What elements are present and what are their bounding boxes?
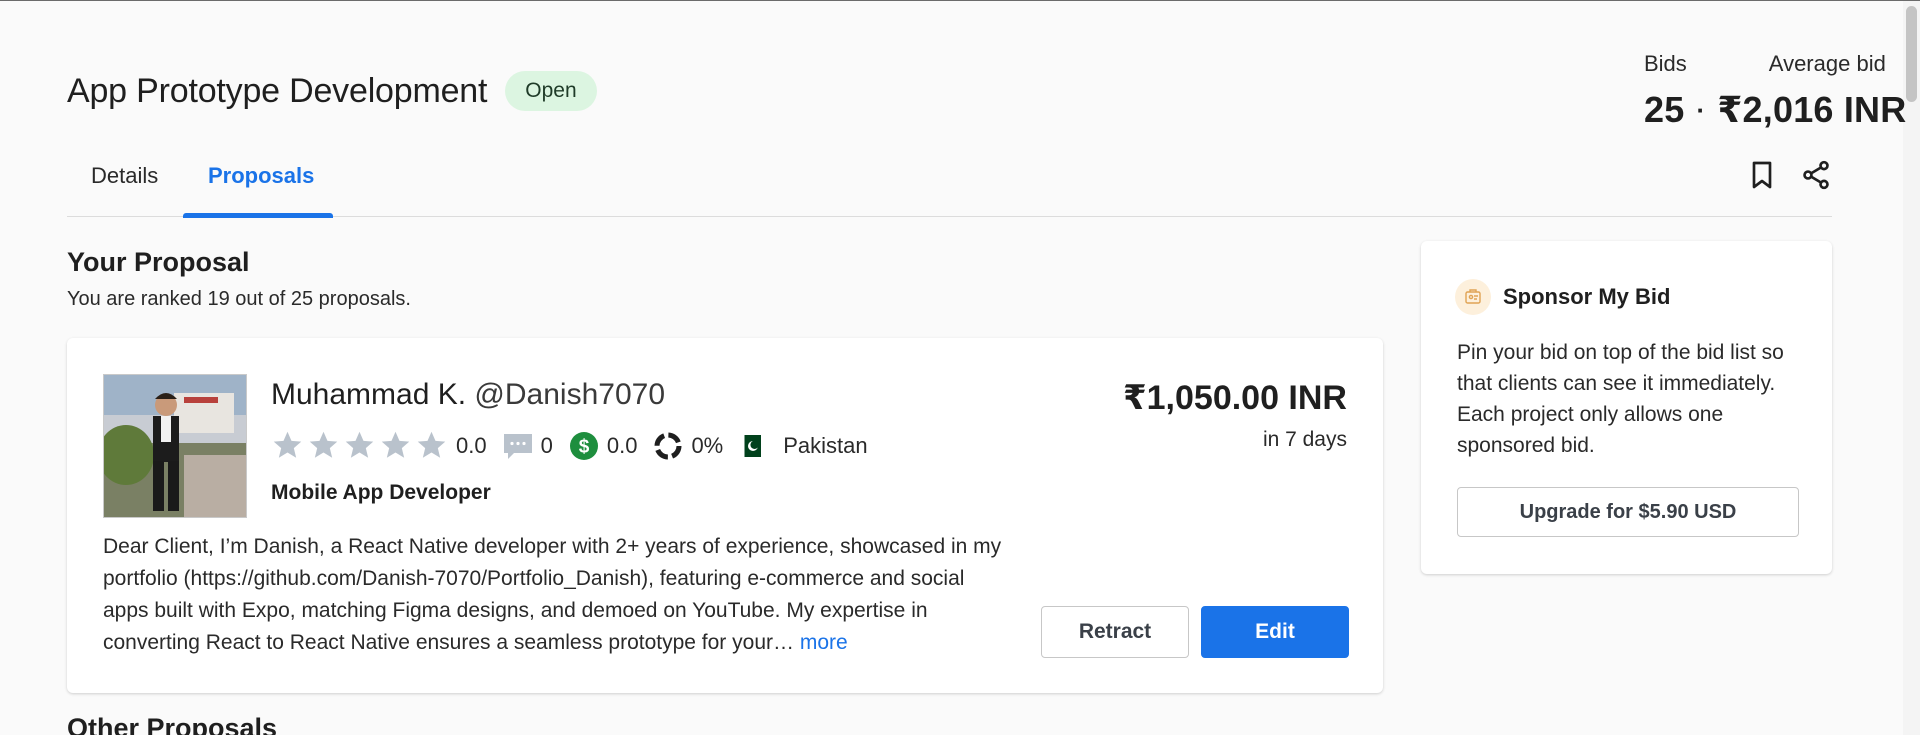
bids-count: 25 (1644, 89, 1685, 130)
bidder-handle[interactable]: @Danish7070 (474, 378, 665, 411)
stats-separator: · (1696, 94, 1706, 125)
star-rating (271, 429, 448, 462)
bidder-name[interactable]: Muhammad K. @Danish7070 (271, 378, 665, 412)
rating-value: 0.0 (456, 432, 487, 458)
your-proposal-title: Your Proposal (67, 247, 250, 277)
your-proposal-section: Your Proposal You are ranked 19 out of 2… (67, 247, 411, 311)
sponsor-description: Pin your bid on top of the bid list so t… (1457, 341, 1784, 457)
bookmark-icon[interactable] (1746, 159, 1778, 196)
pakistan-flag-icon (739, 434, 762, 457)
proposal-text: Dear Client, I’m Danish, a React Native … (103, 535, 1002, 654)
star-icon (417, 431, 446, 458)
star-icon (273, 431, 302, 458)
bid-amount: ₹1,050.00 INR (1122, 379, 1347, 417)
sponsor-card: Sponsor My Bid Pin your bid on top of th… (1421, 241, 1832, 574)
avatar[interactable] (103, 374, 247, 518)
star-icon (345, 431, 374, 458)
tab-details[interactable]: Details (91, 163, 158, 189)
earnings-score: 0.0 (606, 432, 638, 458)
reviews-count: 0 (540, 432, 553, 458)
completion-rate: 0% (691, 432, 724, 458)
star-icon (381, 431, 410, 458)
more-link[interactable]: more (800, 631, 848, 654)
upgrade-button[interactable]: Upgrade for $5.90 USD (1457, 487, 1799, 537)
tab-proposals[interactable]: Proposals (208, 163, 314, 189)
project-header: App Prototype Development Open (67, 71, 597, 111)
project-tabs: Details Proposals (67, 151, 1832, 218)
bidder-rating-row: 0.0 0 $ 0.0 0% Pakistan (271, 429, 868, 462)
status-badge: Open (505, 71, 597, 111)
retract-button[interactable]: Retract (1041, 606, 1189, 658)
rank-text: You are ranked 19 out of 25 proposals. (67, 288, 411, 310)
bids-label: Bids (1644, 51, 1687, 76)
active-tab-indicator (183, 213, 333, 218)
scrollbar-thumb[interactable] (1906, 6, 1917, 102)
page-title: App Prototype Development (67, 71, 488, 110)
sponsor-title: Sponsor My Bid (1503, 284, 1671, 309)
progress-ring-icon (653, 431, 683, 461)
dollar-circle-icon: $ (569, 431, 599, 461)
bid-stats: Bids Average bid 25 · ₹2,016 INR (1577, 51, 1907, 131)
tab-actions (1746, 159, 1832, 196)
delivery-time: in 7 days (1262, 428, 1347, 451)
country-name: Pakistan (783, 432, 868, 458)
chat-bubble-icon (503, 432, 533, 460)
svg-text:$: $ (579, 436, 590, 457)
proposal-card: Muhammad K. @Danish7070 0.0 0 $ 0.0 0% P… (67, 338, 1383, 693)
badge-icon (1455, 279, 1491, 315)
edit-button[interactable]: Edit (1201, 606, 1349, 658)
average-bid-value: ₹2,016 INR (1717, 89, 1907, 130)
star-icon (309, 431, 338, 458)
sponsor-header: Sponsor My Bid (1455, 279, 1670, 315)
bidder-role: Mobile App Developer (271, 481, 491, 504)
bidder-display-name[interactable]: Muhammad K. (271, 378, 466, 411)
proposal-description: Dear Client, I’m Danish, a React Native … (103, 531, 1013, 659)
other-proposals-title: Other Proposals (67, 713, 278, 735)
share-icon[interactable] (1800, 159, 1832, 196)
average-bid-label: Average bid (1768, 51, 1886, 76)
